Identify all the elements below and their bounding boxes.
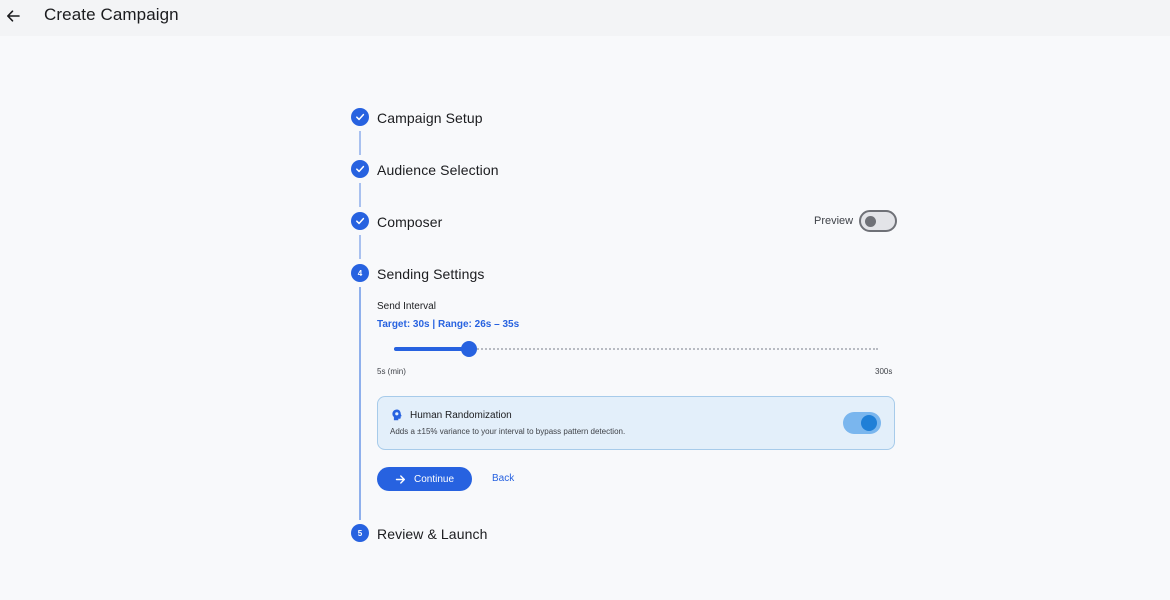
toggle-knob [865,216,877,227]
psychology-head-icon [392,409,402,421]
campaign-stepper: Campaign Setup Audience Selection Compos… [0,0,1170,600]
slider-fill [394,347,469,351]
human-randomization-description: Adds a ±15% variance to your interval to… [390,427,626,436]
step-label-composer[interactable]: Composer [377,214,442,230]
step-label-review-launch[interactable]: Review & Launch [377,526,487,542]
preview-toggle[interactable] [859,210,898,232]
toggle-knob [861,415,877,431]
human-randomization-title: Human Randomization [410,410,512,421]
preview-toggle-group: Preview [814,210,898,232]
step-connector [359,183,361,207]
back-link[interactable]: Back [492,473,514,484]
step-2-check-icon [351,160,369,178]
step-label-audience-selection[interactable]: Audience Selection [377,162,499,178]
continue-button[interactable]: Continue [377,467,472,491]
continue-label: Continue [413,473,455,485]
step-label-sending-settings[interactable]: Sending Settings [377,266,484,282]
step-connector [359,131,361,155]
slider-min-label: 5s (min) [377,367,406,376]
step-1-check-icon [351,108,369,126]
step-connector-active [359,287,361,520]
target-range-summary: Target: 30s | Range: 26s – 35s [377,319,520,330]
arrow-right-icon [395,474,406,485]
step-connector [359,235,361,259]
slider-max-label: 300s [875,367,893,376]
human-randomization-card: Human Randomization Adds a ±15% variance… [377,396,895,450]
human-randomization-toggle[interactable] [843,412,881,434]
slider-thumb[interactable] [461,341,477,357]
send-interval-label: Send Interval [377,301,436,312]
step-3-check-icon [351,212,369,230]
send-interval-slider[interactable] [394,340,878,358]
step-4-marker: 4 [351,264,369,282]
step-5-marker: 5 [351,524,369,542]
preview-label: Preview [814,215,854,227]
step-label-campaign-setup[interactable]: Campaign Setup [377,110,483,126]
